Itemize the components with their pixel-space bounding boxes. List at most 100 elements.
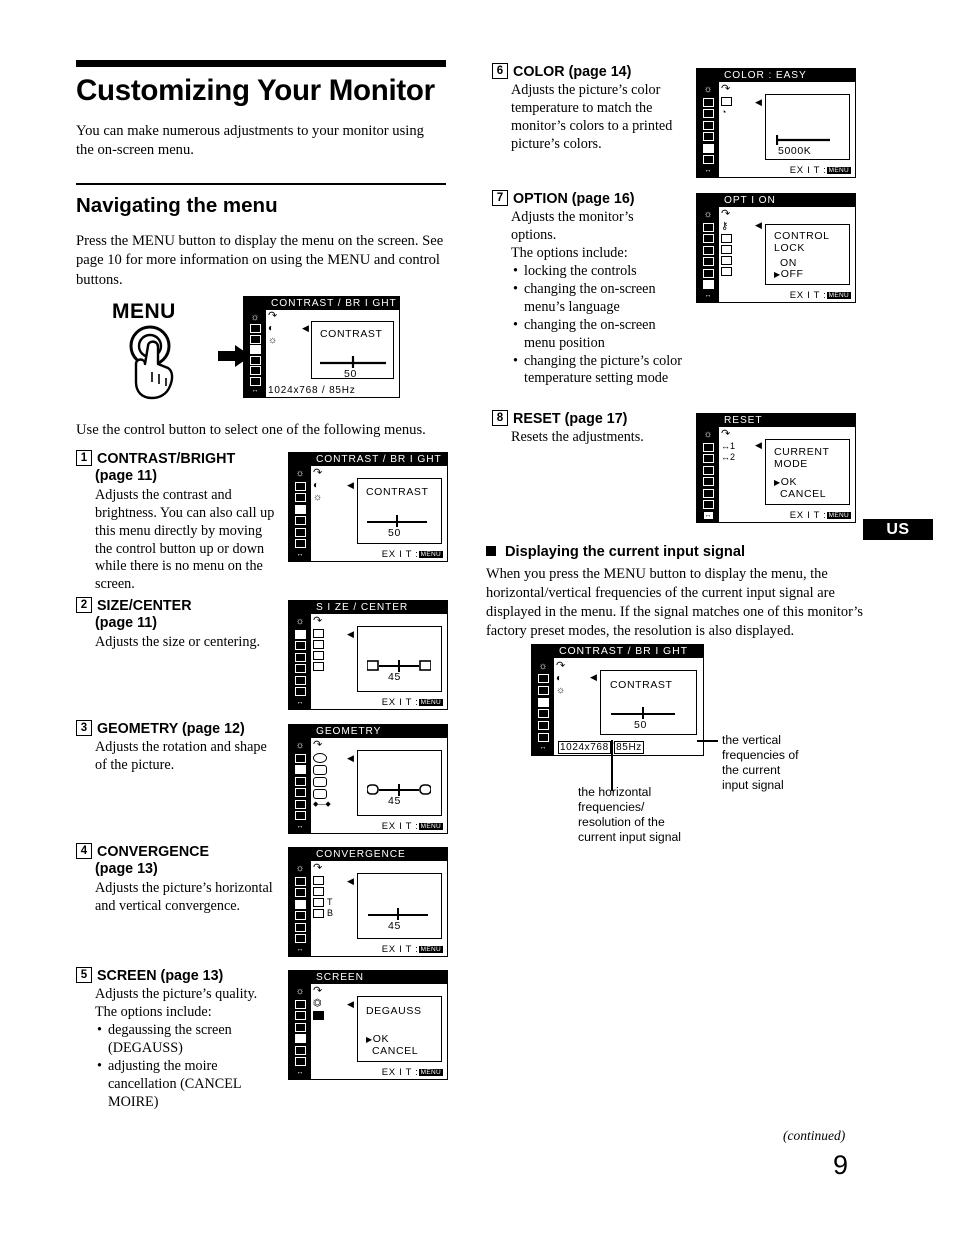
osd-exit-label: EX I T :	[381, 821, 419, 832]
size-icon	[294, 753, 306, 763]
screen-icon	[702, 132, 714, 142]
osd-title: SCREEN	[311, 971, 447, 984]
screen-icon	[294, 1034, 306, 1044]
section-paragraph: Press the MENU button to display the men…	[76, 232, 444, 288]
osd-submenu-icons: ↷ ⏣	[313, 986, 343, 1020]
reset-icon: ↔	[296, 1068, 304, 1076]
input-signal-section: Displaying the current input signal When…	[486, 544, 886, 640]
list-item-size-center: 2 SIZE/CENTER (page 11) Adjusts the size …	[76, 597, 276, 652]
screen-icon	[249, 355, 261, 365]
osd-size-center: S I ZE / CENTER ☼ ↔ ↷ ◀ 45 EX I T: MENU	[288, 600, 448, 710]
osd-exit-label: EX I T :	[789, 165, 827, 176]
item-body: Adjusts the picture’s color temperature …	[511, 82, 673, 153]
osd-exit-hint: EX I T : MENU	[790, 165, 851, 176]
color-mode-icon	[721, 267, 732, 276]
size-icon	[294, 999, 306, 1009]
list-item-contrast-bright: 1 CONTRAST/BRIGHT (page 11) Adjusts the c…	[76, 450, 276, 594]
osd-value: 45	[388, 920, 401, 932]
list-item-color: 6 COLOR (page 14) Adjusts the picture’s c…	[492, 63, 677, 154]
item-body: Resets the adjustments.	[511, 429, 644, 446]
osd-title: S I ZE / CENTER	[311, 601, 447, 614]
convergence-icon	[294, 776, 306, 786]
option-icon	[294, 1057, 306, 1067]
option-icon	[294, 539, 306, 549]
footer-continued: (continued)	[783, 1128, 846, 1143]
return-icon: ↷	[556, 660, 566, 672]
return-icon: ↷	[721, 208, 731, 220]
section-heading: Navigating the menu	[76, 193, 278, 217]
osd-submenu-icons: ↷ ↔1 ↔2	[721, 429, 751, 462]
osd-submenu-icons: ↷ ◆—◆	[313, 740, 343, 808]
bottom-label: B	[327, 908, 334, 918]
geometry-icon	[294, 765, 306, 775]
brightness-icon: ☼	[295, 740, 305, 752]
osd-title: CONTRAST / BR I GHT	[311, 453, 447, 466]
osd-icon-list: ☼ ↔	[289, 466, 311, 561]
list-item-reset: 8 RESET (page 17) Resets the adjustments.	[492, 410, 682, 447]
return-icon: ↷	[313, 862, 323, 874]
cancel-moire-icon	[313, 1011, 324, 1020]
osd-submenu-icons: ↷ ⚷	[721, 209, 751, 276]
color-icon	[249, 366, 261, 376]
size-icon	[702, 222, 714, 232]
screen-icon	[294, 788, 306, 798]
option-icon	[702, 280, 714, 290]
size-icon	[702, 442, 714, 452]
osd-contrast-bright: CONTRAST / BR I GHT ☼ ↔ ↷ ◐ ☼ ◀ CONTRAST…	[288, 452, 448, 562]
item-title: CONVERGENCE	[97, 844, 210, 860]
pin-balance-icon	[313, 777, 327, 787]
list-item-screen: 5 SCREEN (page 13) Adjusts the picture’s …	[76, 967, 276, 1112]
convergence-icon	[702, 120, 714, 130]
use-control-line: Use the control button to select one of …	[76, 422, 426, 438]
osd-option-ok: ▶OK	[366, 1033, 390, 1045]
geometry-icon	[249, 334, 261, 344]
selection-pointer-icon: ◀	[755, 97, 762, 107]
reset-icon: ↔	[703, 511, 713, 519]
osd-title: CONTRAST / BR I GHT	[266, 297, 399, 310]
list-item-option: 7 OPTION (page 16) Adjusts the monitor’s …	[492, 190, 682, 388]
size-icon	[537, 674, 549, 684]
resolution-horizontal-value: 1024x768	[558, 741, 611, 754]
item-number: 2	[76, 597, 92, 613]
brightness-icon: ☼	[295, 468, 305, 480]
osd-geometry: GEOMETRY ☼ ↔ ↷ ◆—◆ ◀ 45 EX I T: MENU	[288, 724, 448, 834]
v-size-icon	[313, 640, 324, 649]
osd-panel-label: CONTRAST	[366, 486, 429, 498]
osd-exit-key: MENU	[418, 1069, 443, 1076]
resolution-vertical-value: 85Hz	[614, 741, 644, 754]
color-icon	[702, 488, 714, 498]
osd-panel: 5000K	[765, 94, 850, 160]
item-body: Adjusts the picture’s quality.	[95, 986, 258, 1003]
osd-icon-list: ☼ ↔	[289, 738, 311, 833]
option-icon	[249, 376, 261, 386]
return-icon: ↷	[313, 615, 323, 627]
item-number: 7	[492, 190, 508, 206]
v-convergence-icon	[313, 887, 324, 896]
selection-pointer-icon: ◀	[590, 672, 597, 682]
osd-exit-label: EX I T :	[789, 510, 827, 521]
item-body-2: The options include:	[511, 245, 628, 262]
item-number: 3	[76, 720, 92, 736]
brightness-icon: ☼	[295, 863, 305, 875]
osd-exit-hint: EX I T : MENU	[382, 944, 443, 955]
size-icon	[294, 876, 306, 886]
osd-icon-list: ☼ ↔	[244, 310, 266, 397]
selection-pointer-icon: ▶	[774, 270, 781, 279]
osd-icon-list: ☼ ↔	[289, 861, 311, 956]
input-signal-heading: Displaying the current input signal	[486, 544, 886, 560]
osd-panel: DEGAUSS ▶OK CANCEL	[357, 996, 442, 1062]
h-size-icon	[313, 629, 324, 638]
menu-position-h-icon	[721, 245, 732, 254]
osd-title: CONTRAST / BR I GHT	[554, 645, 703, 658]
brightness-icon: ☼	[538, 660, 548, 672]
osd-screen: SCREEN ☼ ↔ ↷ ⏣ ◀ DEGAUSS ▶OK CANCEL EX I…	[288, 970, 448, 1080]
osd-title: OPT I ON	[719, 194, 855, 207]
osd-exit-key: MENU	[826, 512, 851, 519]
osd-panel-label: CONTRAST	[610, 679, 673, 691]
osd-exit-hint: EX I T : MENU	[382, 821, 443, 832]
osd-title: GEOMETRY	[311, 725, 447, 738]
selection-pointer-icon: ◀	[347, 480, 354, 490]
brightness-sub-icon: ☼	[313, 492, 323, 503]
osd-exit-label: EX I T :	[381, 944, 419, 955]
color-icon	[294, 799, 306, 809]
